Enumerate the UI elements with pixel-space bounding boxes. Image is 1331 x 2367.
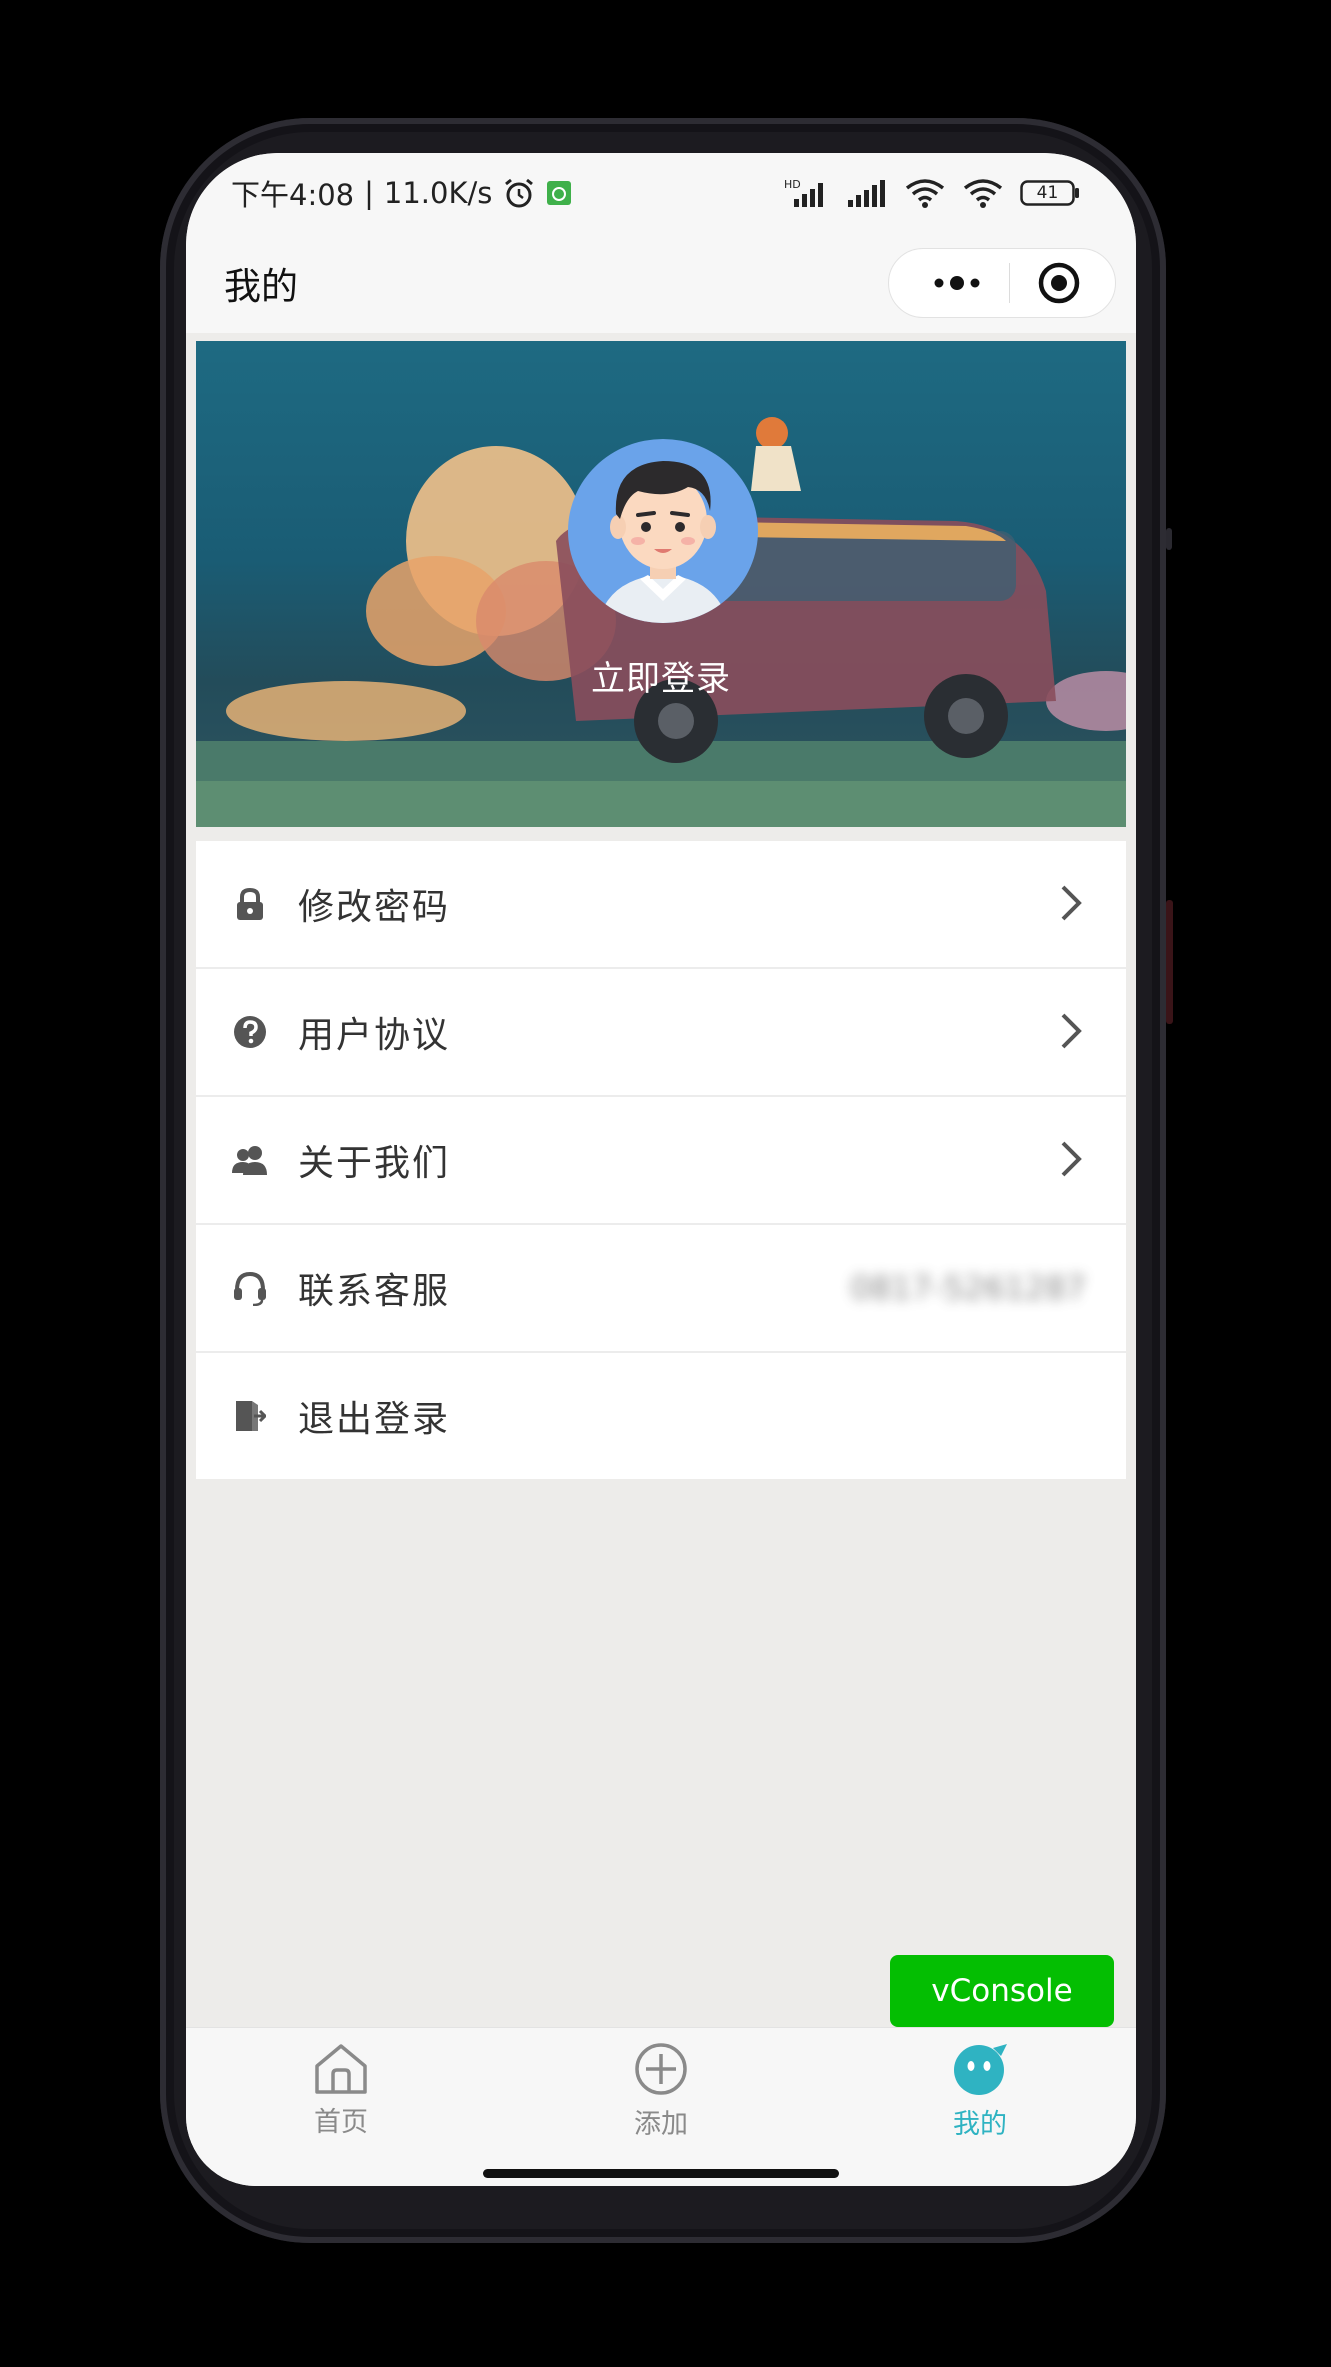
menu-item-about-us[interactable]: 关于我们: [196, 1097, 1126, 1225]
phone-screen: 下午4:08 | 11.0K/s HD 41 我的 立即登录 修改密码 用户协议…: [186, 153, 1136, 2186]
home-indicator[interactable]: [483, 2169, 839, 2178]
battery-icon: 41: [1020, 180, 1080, 206]
chevron-right-icon: [1061, 885, 1082, 921]
menu-label: 用户协议: [298, 1015, 451, 1056]
avatar-boy-illustration: [598, 461, 728, 623]
settings-menu: 修改密码 用户协议 关于我们 联系客服 0817-5261287 退出登录: [196, 841, 1126, 1479]
hd-signal-icon: HD: [784, 178, 823, 207]
logout-door-icon: [232, 1398, 268, 1434]
profile-banner: 立即登录: [196, 341, 1126, 827]
headset-icon: [232, 1270, 268, 1306]
status-time: 下午4:08: [231, 178, 355, 212]
menu-item-user-agreement[interactable]: 用户协议: [196, 969, 1126, 1097]
service-phone-number[interactable]: 0817-5261287: [851, 1269, 1087, 1307]
signal-icon: [848, 180, 885, 207]
tab-label: 首页: [314, 2107, 368, 2138]
tab-bar: 首页 添加 我的: [186, 2027, 1136, 2186]
status-net-speed: 11.0K/s: [383, 176, 493, 210]
more-dots-icon[interactable]: [933, 275, 981, 291]
users-icon: [232, 1142, 268, 1178]
home-icon: [315, 2044, 367, 2094]
vconsole-button[interactable]: vConsole: [890, 1955, 1114, 2027]
login-button[interactable]: 立即登录: [196, 651, 1126, 700]
menu-label: 联系客服: [298, 1271, 451, 1312]
menu-label: 修改密码: [298, 887, 451, 928]
phone-power-button: [1166, 900, 1173, 1024]
battery-level: 41: [1036, 183, 1059, 203]
close-target-icon[interactable]: [1037, 261, 1081, 305]
menu-label: 关于我们: [298, 1143, 451, 1184]
hd-label: HD: [784, 178, 801, 191]
menu-item-customer-service[interactable]: 联系客服 0817-5261287: [196, 1225, 1126, 1353]
status-right: HD 41: [784, 177, 1080, 209]
capsule-divider: [1008, 263, 1010, 303]
menu-label: 退出登录: [298, 1399, 451, 1440]
avatar[interactable]: [568, 439, 758, 623]
tab-add[interactable]: 添加: [601, 2042, 721, 2141]
miniprogram-capsule: [888, 248, 1116, 318]
tab-mine[interactable]: 我的: [920, 2042, 1040, 2141]
status-separator: |: [364, 176, 374, 210]
wifi-link-icon: [905, 179, 945, 208]
nav-bar: 我的: [186, 233, 1136, 333]
menu-item-logout[interactable]: 退出登录: [196, 1353, 1126, 1479]
tab-label: 添加: [634, 2109, 688, 2140]
chevron-right-icon: [1061, 1141, 1082, 1177]
chevron-right-icon: [1061, 1013, 1082, 1049]
menu-item-change-password[interactable]: 修改密码: [196, 841, 1126, 969]
wifi-icon: [963, 179, 1003, 208]
status-bar: 下午4:08 | 11.0K/s HD 41: [186, 153, 1136, 233]
add-circle-icon: [635, 2043, 687, 2095]
page-title: 我的: [224, 265, 298, 308]
phone-side-button: [1166, 528, 1172, 550]
alarm-icon: [505, 178, 534, 208]
question-circle-icon: [232, 1014, 268, 1050]
profile-face-icon: [954, 2044, 1007, 2095]
lock-icon: [232, 886, 268, 922]
status-left: 下午4:08 | 11.0K/s: [231, 172, 572, 214]
tab-label: 我的: [953, 2109, 1007, 2140]
app-notification-icon: [547, 181, 572, 205]
tab-home[interactable]: 首页: [281, 2042, 401, 2139]
